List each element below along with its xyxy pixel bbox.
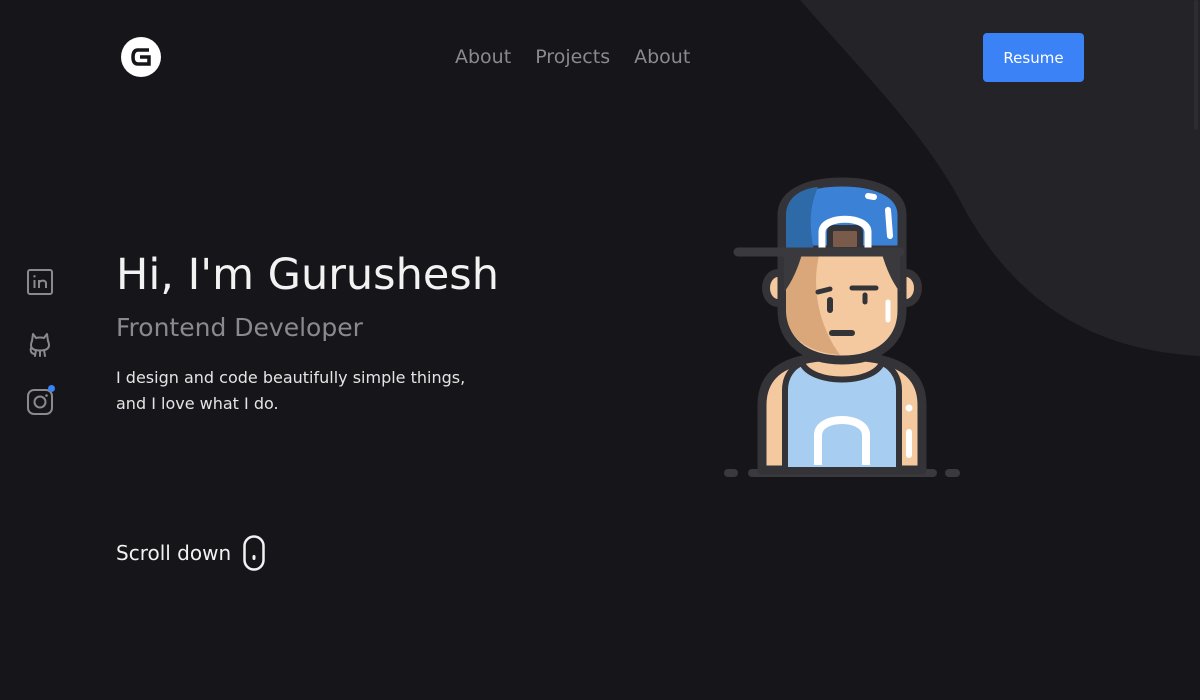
linkedin-link[interactable]	[26, 268, 54, 296]
notification-dot	[48, 385, 55, 392]
mouse-scroll-icon	[243, 535, 265, 571]
linkedin-icon	[27, 269, 53, 295]
background-blob-shape	[800, 0, 1200, 356]
hero-description-line-2: and I love what I do.	[116, 394, 279, 413]
nav-link-projects[interactable]: Projects	[535, 44, 610, 70]
hero-description-line-1: I design and code beautifully simple thi…	[116, 368, 466, 387]
hero-description: I design and code beautifully simple thi…	[116, 365, 465, 417]
main-nav: About Projects About	[455, 44, 690, 70]
github-link[interactable]	[26, 330, 54, 358]
portfolio-page: About Projects About Resume Hi, I'm Guru…	[0, 0, 1200, 700]
nav-link-about-2[interactable]: About	[634, 44, 690, 70]
hero-title: Hi, I'm Gurushesh	[116, 250, 499, 300]
nav-link-about[interactable]: About	[455, 44, 511, 70]
g-letter-logo-icon[interactable]	[121, 37, 161, 77]
github-icon	[29, 333, 50, 357]
logo-glyph	[131, 48, 151, 66]
resume-button[interactable]: Resume	[983, 33, 1084, 82]
instagram-icon	[27, 389, 53, 415]
instagram-link[interactable]	[26, 385, 55, 416]
scroll-down-label: Scroll down	[116, 541, 232, 565]
developer-avatar-illustration	[724, 177, 960, 477]
hero-role: Frontend Developer	[116, 313, 363, 342]
scroll-down-link[interactable]: Scroll down	[116, 535, 265, 571]
page-scrollbar[interactable]	[1194, 0, 1198, 130]
